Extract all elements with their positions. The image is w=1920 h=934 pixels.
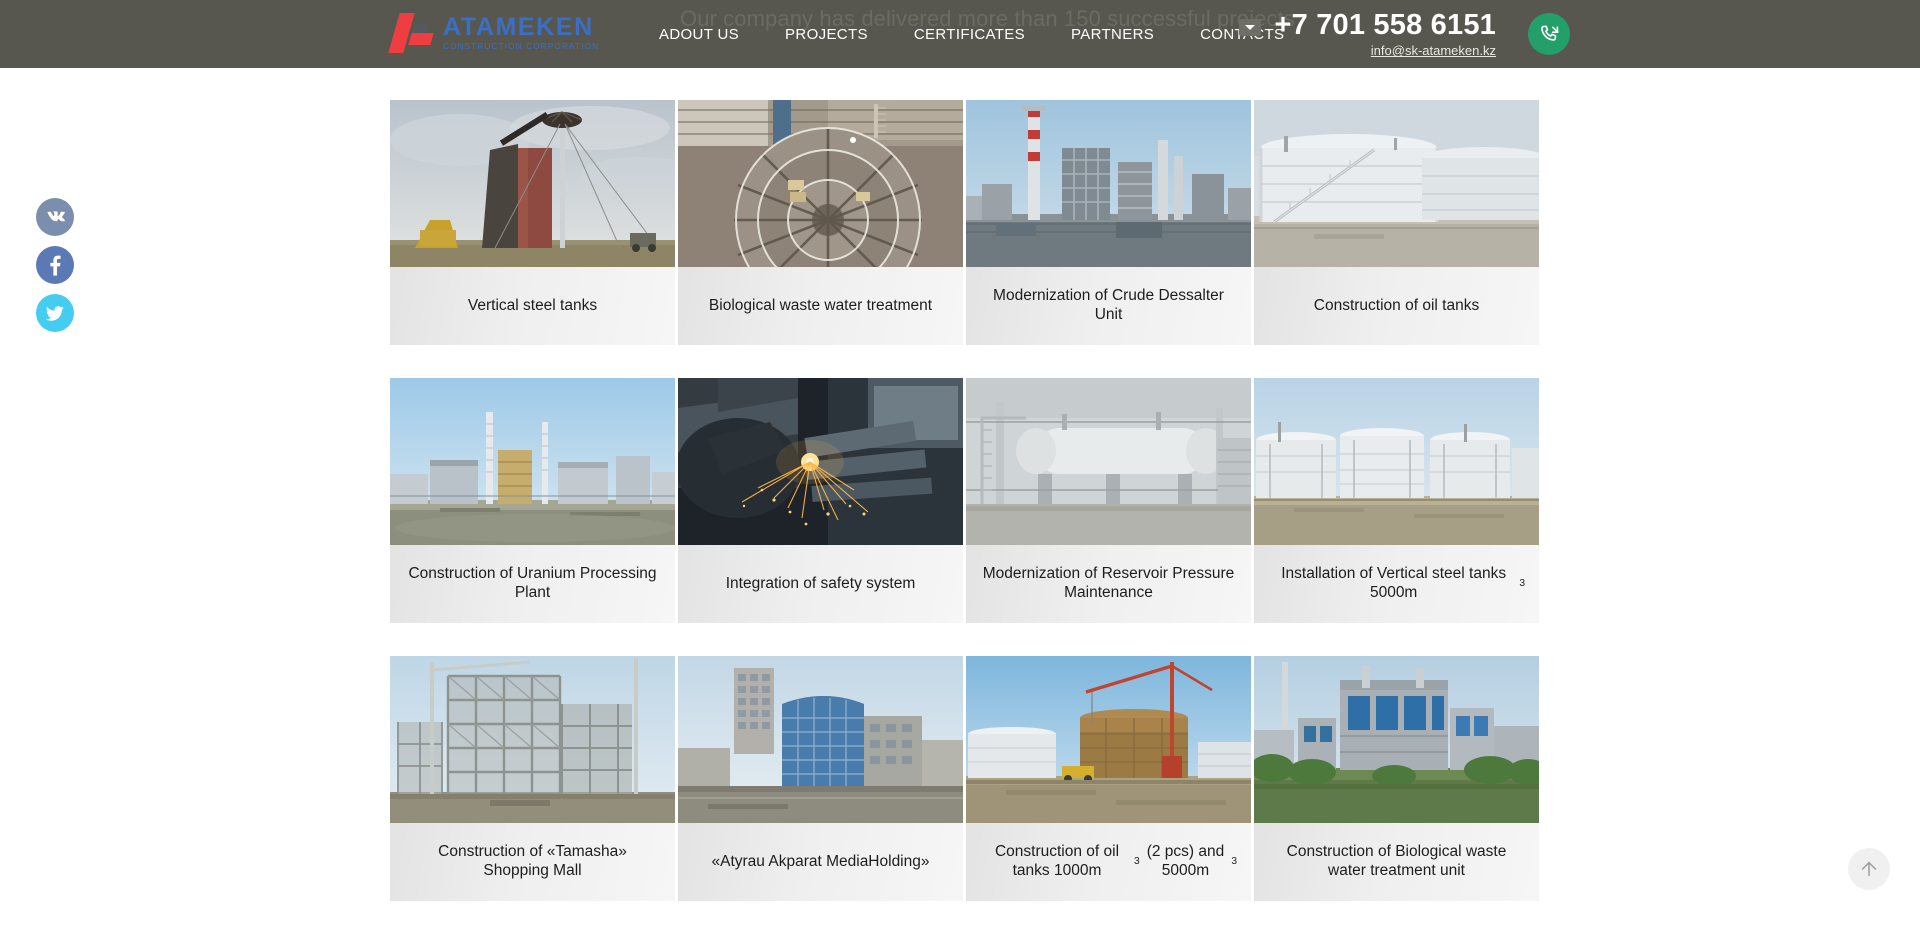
nav-item-certificates[interactable]: CERTIFICATES	[891, 26, 1048, 43]
project-image-media-building	[678, 656, 963, 823]
project-title: Construction of Biological waste water t…	[1254, 823, 1539, 901]
project-card[interactable]: Modernization of Reservoir Pressure Main…	[966, 378, 1251, 623]
project-title: Biological waste water treatment	[678, 267, 963, 345]
project-image-mall-steel-frame	[390, 656, 675, 823]
projects-row: Vertical steel tanks	[390, 100, 1530, 345]
project-title-text-2: (2 pcs) and 5000m	[1140, 843, 1232, 881]
project-card[interactable]: «Atyrau Akparat MediaHolding»	[678, 656, 963, 901]
site-logo[interactable]: ATAMEKEN CONSTRUCTION CORPORATION	[392, 13, 599, 53]
project-card[interactable]: Construction of oil tanks	[1254, 100, 1539, 345]
social-links-rail	[36, 198, 74, 332]
project-image-circular-basin-construction	[678, 100, 963, 267]
project-image-welding-sparks	[678, 378, 963, 545]
project-title: Vertical steel tanks	[390, 267, 675, 345]
language-switcher-button[interactable]	[1239, 19, 1261, 36]
social-link-twitter[interactable]	[36, 294, 74, 332]
arrow-up-icon	[1858, 858, 1880, 880]
project-image-tank-farm	[1254, 378, 1539, 545]
project-title: Construction of oil tanks	[1254, 267, 1539, 345]
social-link-facebook[interactable]	[36, 246, 74, 284]
logo-wordmark: ATAMEKEN	[443, 15, 599, 40]
nav-item-partners[interactable]: PARTNERS	[1048, 26, 1177, 43]
project-title: Modernization of Reservoir Pressure Main…	[966, 545, 1251, 623]
twitter-icon	[45, 303, 65, 323]
scroll-to-top-button[interactable]	[1848, 848, 1890, 890]
project-title: Modernization of Crude Dessalter Unit	[966, 267, 1251, 345]
project-card[interactable]: Modernization of Crude Dessalter Unit	[966, 100, 1251, 345]
facebook-icon	[50, 255, 61, 276]
atameken-logo-icon	[392, 13, 434, 53]
nav-item-projects[interactable]: PROJECTS	[762, 26, 891, 43]
project-title: Installation of Vertical steel tanks 500…	[1254, 545, 1539, 623]
nav-item-about[interactable]: ADOUT US	[636, 26, 762, 43]
site-header: Our company has delivered more than 150 …	[0, 0, 1920, 68]
project-card[interactable]: Vertical steel tanks	[390, 100, 675, 345]
project-card[interactable]: Installation of Vertical steel tanks 500…	[1254, 378, 1539, 623]
project-card[interactable]: Biological waste water treatment	[678, 100, 963, 345]
phone-incoming-icon	[1538, 23, 1561, 46]
project-title-superscript-2: 3	[1231, 856, 1237, 868]
vk-icon	[45, 207, 66, 228]
project-card[interactable]: Construction of Biological waste water t…	[1254, 656, 1539, 901]
project-title: Construction of «Tamasha» Shopping Mall	[390, 823, 675, 901]
main-navigation: ADOUT US PROJECTS CERTIFICATES PARTNERS …	[636, 26, 1307, 43]
project-image-tank-under-construction	[966, 656, 1251, 823]
project-image-white-storage-tanks	[1254, 100, 1539, 267]
project-title-superscript: 3	[1519, 578, 1525, 590]
project-title-text: Installation of Vertical steel tanks 500…	[1268, 565, 1519, 603]
project-card[interactable]: Construction of oil tanks 1000m 3 (2 pcs)…	[966, 656, 1251, 901]
project-card[interactable]: Integration of safety system	[678, 378, 963, 623]
chevron-down-icon	[1245, 25, 1255, 30]
project-title: «Atyrau Akparat MediaHolding»	[678, 823, 963, 901]
social-link-vk[interactable]	[36, 198, 74, 236]
contact-block: +7 701 558 6151 info@sk-atameken.kz	[1239, 10, 1496, 58]
projects-row: Construction of «Tamasha» Shopping Mall	[390, 656, 1530, 901]
email-link[interactable]: info@sk-atameken.kz	[1371, 43, 1496, 58]
project-image-steel-tank-erection	[390, 100, 675, 267]
callback-button[interactable]	[1528, 13, 1570, 55]
project-title-text: Construction of oil tanks 1000m	[980, 843, 1134, 881]
project-image-refinery-towers	[966, 100, 1251, 267]
logo-tagline: CONSTRUCTION CORPORATION	[443, 43, 599, 51]
project-image-treatment-plant	[1254, 656, 1539, 823]
project-image-uranium-plant	[390, 378, 675, 545]
project-card[interactable]: Construction of Uranium Processing Plant	[390, 378, 675, 623]
project-title: Construction of Uranium Processing Plant	[390, 545, 675, 623]
project-image-pressure-vessels	[966, 378, 1251, 545]
projects-row: Construction of Uranium Processing Plant	[390, 378, 1530, 623]
project-title: Construction of oil tanks 1000m 3 (2 pcs)…	[966, 823, 1251, 901]
projects-grid: Vertical steel tanks	[390, 100, 1530, 934]
phone-number[interactable]: +7 701 558 6151	[1274, 10, 1496, 40]
project-title: Integration of safety system	[678, 545, 963, 623]
project-card[interactable]: Construction of «Tamasha» Shopping Mall	[390, 656, 675, 901]
